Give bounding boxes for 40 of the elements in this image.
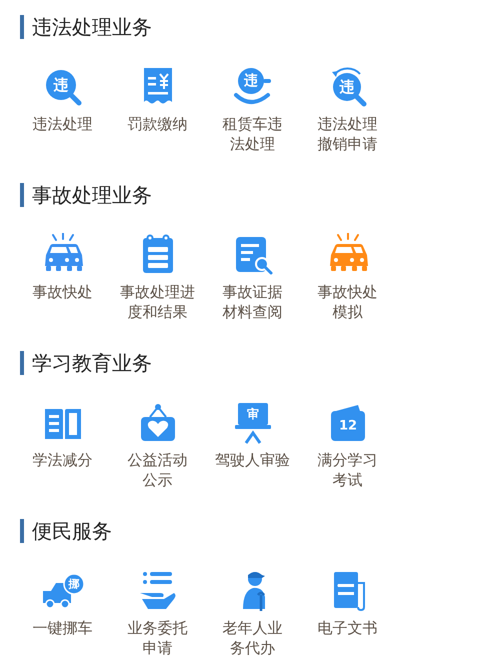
service-link[interactable]: 一键挪车 bbox=[32, 618, 92, 638]
service-link[interactable]: 公益活动 公示 bbox=[128, 450, 188, 490]
service-link[interactable]: 违法处理 bbox=[32, 114, 92, 134]
icon-text: 审 bbox=[246, 407, 258, 421]
hand-icon bbox=[234, 68, 270, 104]
service-link[interactable]: 驾驶人审验 bbox=[215, 450, 290, 470]
section-title: 学习教育业务 bbox=[20, 351, 500, 375]
hand-list-icon bbox=[140, 572, 175, 609]
truck-icon bbox=[42, 573, 84, 609]
icon-text: 违 bbox=[244, 73, 258, 89]
service-link[interactable]: 违法处理 撤销申请 bbox=[318, 114, 378, 154]
service-link[interactable]: 事故快处 模拟 bbox=[318, 282, 378, 322]
icon-text: 12 bbox=[338, 418, 357, 434]
icon-text: 违 bbox=[339, 78, 354, 96]
service-link[interactable]: 事故快处 bbox=[32, 282, 92, 302]
service-link[interactable]: 满分学习 考试 bbox=[318, 450, 378, 490]
service-link[interactable]: 租赁车违 法处理 bbox=[222, 114, 282, 154]
magnifier-icon bbox=[332, 68, 366, 106]
section-title: 事故处理业务 bbox=[20, 183, 500, 207]
section-title: 便民服务 bbox=[20, 519, 500, 543]
book-icon bbox=[44, 409, 80, 439]
document-icon bbox=[334, 572, 364, 611]
magnifier-icon bbox=[46, 70, 81, 106]
service-link[interactable]: 学法减分 bbox=[32, 450, 92, 470]
service-link[interactable]: 事故处理进 度和结果 bbox=[120, 282, 195, 322]
board-icon bbox=[234, 403, 270, 444]
icon-text: 违 bbox=[53, 76, 68, 94]
service-link[interactable]: 电子文书 bbox=[318, 618, 378, 638]
receipt-icon bbox=[144, 68, 172, 104]
calendar-icon bbox=[330, 405, 364, 441]
document-search-icon bbox=[236, 237, 272, 274]
calendar-icon bbox=[142, 234, 172, 273]
service-link[interactable]: 事故证据 材料查阅 bbox=[222, 282, 282, 322]
icon-text: 挪 bbox=[68, 578, 79, 590]
service-link[interactable]: 业务委托 申请 bbox=[128, 618, 188, 658]
section-title: 违法处理业务 bbox=[20, 15, 500, 39]
person-icon bbox=[242, 572, 264, 611]
service-link[interactable]: 老年人业 务代办 bbox=[222, 618, 282, 658]
heart-sign-icon bbox=[140, 404, 174, 441]
service-link[interactable]: 罚款缴纳 bbox=[128, 114, 188, 134]
